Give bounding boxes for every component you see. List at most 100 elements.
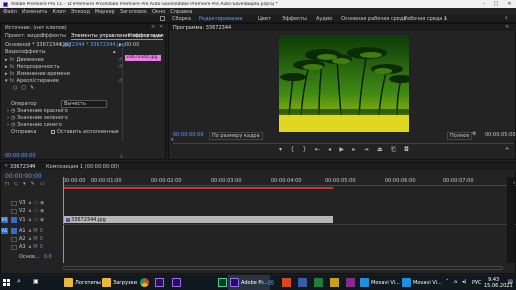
step-back-icon[interactable]: ◂ [328,146,331,154]
program-ruler[interactable] [173,139,513,144]
pen-mask-icon[interactable]: ✎ [30,85,34,91]
close-button[interactable]: ✕ [503,0,516,8]
video-frame[interactable] [279,35,409,132]
notifications-icon[interactable]: ▤ [508,279,513,285]
panel-menu-icon[interactable]: ≡ [31,163,35,169]
target-icon[interactable] [11,217,17,223]
lock-icon[interactable]: 🔒︎ [29,244,32,250]
clip-bar[interactable]: 33672344.jpg [125,55,161,61]
solo-icon[interactable]: S [40,244,43,250]
ellipse-mask-icon[interactable]: ○ [13,85,17,91]
source-patch-v1[interactable]: V1 [1,217,8,223]
minimize-button[interactable]: – [478,0,490,8]
track-header-master[interactable]: Основ... 0.0 [1,253,61,261]
mute-icon[interactable]: M [33,244,37,250]
effect-row-motion[interactable]: ▸ fx Движение [5,57,44,64]
track-header-a2[interactable]: A2 🔒︎ M S [1,235,61,243]
settings-icon[interactable]: ⚙ [472,131,476,137]
maximize-button[interactable]: □ [490,0,502,8]
master-level[interactable]: 0.0 [44,254,52,260]
taskbar-item-movavi-1[interactable]: Movavi Vi... [358,275,402,290]
caption-icon[interactable]: ▭ [40,181,45,187]
network-icon[interactable]: ⌂ [454,279,457,285]
scroll-up-icon[interactable]: ▴ [113,49,116,55]
rect-mask-icon[interactable]: □ [21,85,26,91]
solo-icon[interactable]: S [40,236,43,242]
menu-clip[interactable]: Клип [52,9,65,15]
taskbar-item-premiere-2[interactable]: Adobe Pr... [228,275,270,290]
sequence-clip-label[interactable]: 33672344 * 33672344.jpg [59,42,125,48]
operator-select[interactable]: Вычесть [61,99,107,108]
video-clip[interactable]: 33672344.jpg [64,216,333,223]
home-icon[interactable] [160,16,165,21]
app-icon[interactable] [282,278,291,287]
wrench-icon[interactable]: ✎ [31,181,35,187]
volume-icon[interactable]: ◂) [462,279,466,285]
tab-project[interactable]: Проект: видео [5,33,43,39]
app-icon[interactable] [298,278,307,287]
source-patch-a1[interactable]: A1 [1,228,8,234]
close-icon[interactable]: ✕ [159,24,163,30]
workspace-main[interactable]: Основная рабочая среда [341,16,406,22]
target-icon[interactable] [11,208,17,214]
premiere-icon[interactable] [155,278,164,287]
work-area-bar[interactable] [63,187,333,189]
workspace-1[interactable]: Рабочая среда 1 [404,16,447,22]
eye-icon[interactable]: ◉ [40,208,44,214]
mute-icon[interactable]: M [33,228,37,234]
taskbar-item-movavi-2[interactable]: Movavi Vi... [400,275,444,290]
lock-icon[interactable]: 🔒︎ [29,200,32,206]
stopwatch-icon[interactable]: ◷ [11,122,15,128]
menu-edit[interactable]: Изменить [22,9,48,15]
close-icon[interactable]: ✕ [4,163,8,169]
tab-composition[interactable]: Композиция 1 (00:00:00:00) [46,164,119,170]
track-header-v3[interactable]: V3 🔒︎ ▭ ◉ [1,199,61,207]
effect-row-opacity[interactable]: ▸ fx Непрозрачность [5,64,60,71]
eye-icon[interactable]: ◉ [40,200,44,206]
mail-icon[interactable]: ✉ [268,279,274,287]
lock-icon[interactable]: 🔒︎ [29,217,32,223]
solo-icon[interactable]: S [40,228,43,234]
menu-window[interactable]: Окно [152,9,165,15]
panel-menu-icon[interactable]: ≡ [505,24,509,30]
eye-icon[interactable]: ◉ [40,217,44,223]
linked-icon[interactable]: ⊂ [14,181,18,187]
program-title[interactable]: Программа: 33672344 [173,25,231,31]
search-icon[interactable]: ⌕ [17,277,21,286]
program-timecode-left[interactable]: 00:00:00:00 [173,132,204,138]
filter-icon[interactable]: ⏚ [119,153,124,160]
toggle-output-icon[interactable]: ▭ [33,200,38,206]
menu-sequence[interactable]: Эпизод [71,9,90,15]
extract-icon[interactable]: ⎗ [391,146,396,154]
stopwatch-icon[interactable]: ◷ [11,115,15,121]
workspace-more-icon[interactable]: » [444,16,447,22]
effect-row-arith[interactable]: ▾ fx Ареол/стирание [5,78,59,85]
workspace-audio[interactable]: Аудио [316,16,332,22]
track-header-v1[interactable]: V1 V1 🔒︎ ▭ ◉ [1,216,61,224]
lock-icon[interactable]: 🔒︎ [29,208,32,214]
workspace-editing[interactable]: Редактирование [199,16,243,22]
menu-marker[interactable]: Маркер [95,9,115,15]
search-icon[interactable]: ⌕ [505,15,508,21]
menu-title[interactable]: Заголовок [120,9,147,15]
step-forward-icon[interactable]: ▸ [352,146,355,154]
track-header-a1[interactable]: A1 A1 🔒︎ M S [1,227,61,235]
stopwatch-icon[interactable]: ◷ [11,108,15,114]
taskbar-item-logos[interactable]: Логотипы [62,275,103,290]
effect-controls-timecode[interactable]: 00:00:00:00 [5,153,36,159]
go-in-icon[interactable]: ⇤ [315,146,320,154]
checkbox[interactable] [51,129,55,134]
track-header-a3[interactable]: A3 🔒︎ M S [1,243,61,251]
tab-effects[interactable]: Эффекты [41,33,66,39]
tray-chevron-icon[interactable]: ˄ [446,279,449,285]
panel-menu-icon[interactable]: ≡ [151,24,155,30]
tab-audio-mixer[interactable]: Микшер аудиоклипов: 33672344 [128,33,164,39]
timeline-ruler[interactable]: 00:00:00 00:00:01:00 00:00:02:00 00:00:0… [63,177,516,186]
target-icon[interactable] [11,236,17,242]
taskbar-item-downloads[interactable]: Загрузки [100,275,139,290]
lift-icon[interactable]: ⏏ [377,146,383,154]
app-icon[interactable] [314,278,323,287]
timeline-scrollbar[interactable] [63,266,503,270]
toggle-output-icon[interactable]: ▭ [33,208,38,214]
playhead-icon[interactable]: ▾ [171,137,174,143]
